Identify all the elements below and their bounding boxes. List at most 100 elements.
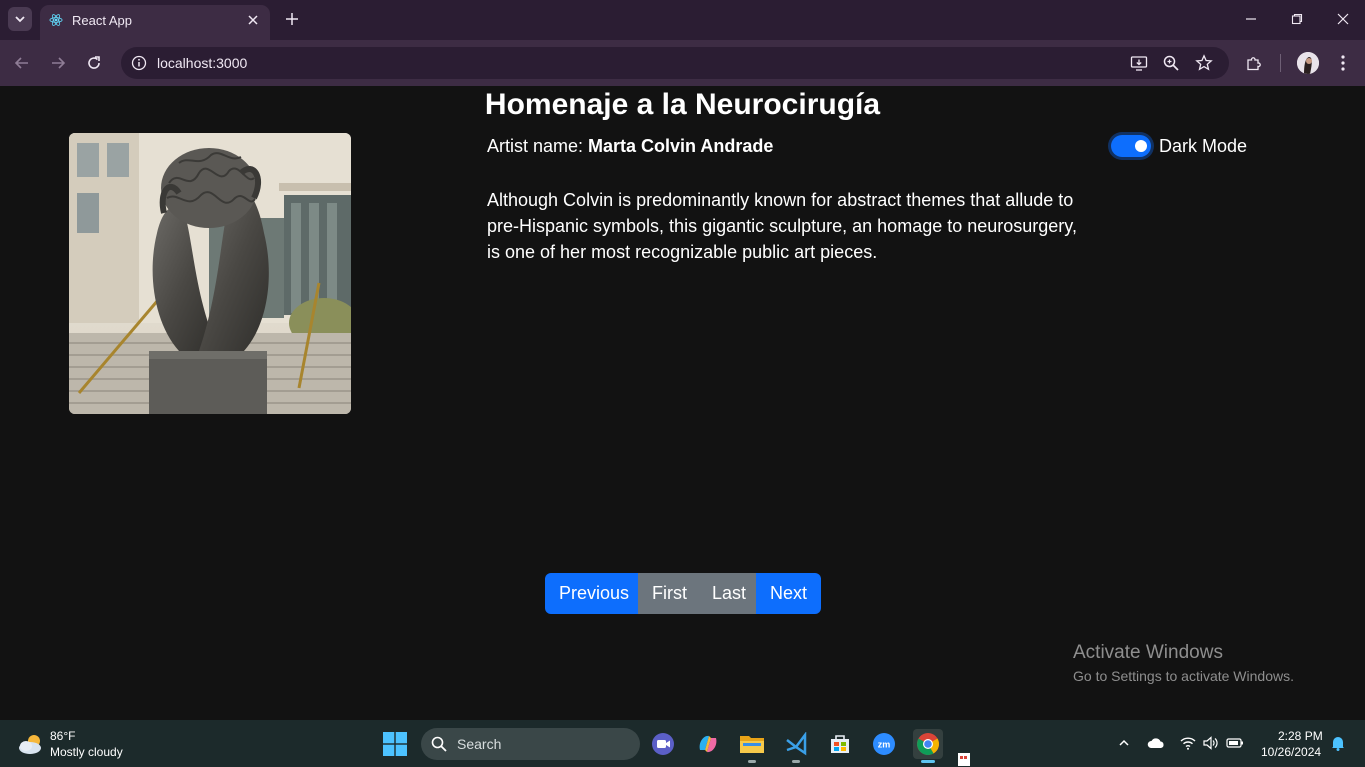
taskbar-meet-app[interactable] (648, 729, 678, 759)
search-icon (431, 736, 447, 752)
artist-label: Artist name: (487, 136, 589, 156)
clock-time[interactable]: 2:28 PM (1278, 729, 1323, 743)
windows-start-icon[interactable] (383, 732, 407, 756)
artwork-title: Homenaje a la Neurocirugía (484, 88, 881, 121)
onedrive-tray[interactable] (1147, 734, 1165, 752)
toggle-knob (1135, 140, 1147, 152)
copilot-icon (699, 735, 717, 753)
running-indicator (748, 760, 756, 763)
zoom-icon (1163, 55, 1179, 71)
arrow-left-icon (14, 57, 28, 69)
cloud-icon (1147, 738, 1164, 748)
next-button[interactable]: Next (756, 573, 821, 614)
pagination-group: Previous First Last Next (545, 573, 821, 614)
browser-menu-button[interactable] (1332, 52, 1354, 74)
svg-text:zm: zm (878, 740, 891, 750)
sculpture-photo (69, 133, 351, 414)
artwork-description: Although Colvin is predominantly known f… (487, 190, 1077, 262)
search-placeholder: Search (457, 736, 502, 752)
video-chat-icon (652, 733, 674, 755)
chevron-down-icon (15, 16, 25, 23)
cloudy-weather-icon[interactable] (17, 732, 45, 756)
arrow-right-icon (52, 57, 66, 69)
reload-icon (88, 56, 100, 69)
close-icon (1337, 13, 1349, 25)
back-button[interactable] (11, 52, 33, 74)
tab-close-button[interactable] (244, 11, 262, 29)
app-icon (958, 752, 970, 766)
toolbar-divider (1280, 54, 1281, 72)
plus-icon (286, 13, 298, 25)
artist-line: Artist name: Marta Colvin Andrade (487, 136, 773, 157)
active-indicator (921, 760, 935, 763)
weather-temperature[interactable]: 86°F (50, 729, 75, 743)
browser-tab[interactable]: React App (40, 5, 270, 40)
battery-icon (1226, 738, 1243, 748)
tab-search-button[interactable] (8, 7, 32, 31)
taskbar-store-app[interactable] (825, 729, 855, 759)
wifi-icon (1180, 737, 1196, 750)
taskbar-vscode-app[interactable] (781, 729, 811, 763)
show-hidden-icons-button[interactable] (1115, 734, 1133, 752)
chrome-icon (917, 733, 939, 755)
running-indicator (792, 760, 800, 763)
last-button[interactable]: Last (698, 573, 756, 614)
watermark-subtitle: Go to Settings to activate Windows. (1073, 668, 1294, 684)
browser-tabstrip: React App (0, 0, 1365, 40)
puzzle-icon (1247, 57, 1261, 71)
volume-tray[interactable] (1202, 734, 1220, 752)
minimize-button[interactable] (1240, 8, 1262, 30)
taskbar-copilot-app[interactable] (693, 729, 723, 759)
install-icon (1130, 56, 1148, 71)
react-icon (49, 14, 63, 26)
artist-name: Marta Colvin Andrade (588, 136, 774, 156)
close-window-button[interactable] (1332, 8, 1354, 30)
extensions-button[interactable] (1243, 52, 1265, 74)
site-info-icon[interactable] (131, 55, 147, 71)
notifications-button[interactable] (1329, 734, 1347, 752)
battery-tray[interactable] (1226, 734, 1244, 752)
avatar-icon (1297, 52, 1319, 74)
folder-icon (740, 736, 764, 753)
address-bar[interactable]: localhost:3000 (121, 47, 1229, 79)
taskbar-file-explorer[interactable] (737, 729, 767, 763)
restore-icon (1291, 13, 1303, 25)
close-icon (248, 15, 258, 25)
new-tab-button[interactable] (283, 10, 301, 28)
profile-avatar[interactable] (1297, 52, 1319, 74)
watermark-title: Activate Windows (1073, 642, 1223, 663)
more-vertical-icon (1341, 55, 1345, 71)
forward-button[interactable] (47, 52, 69, 74)
bell-icon (1332, 737, 1344, 751)
artwork-image (69, 133, 351, 414)
restore-button[interactable] (1286, 8, 1308, 30)
taskbar-chrome-app[interactable] (913, 729, 943, 763)
zoom-button[interactable] (1162, 54, 1180, 72)
weather-description[interactable]: Mostly cloudy (50, 745, 123, 759)
activate-windows-watermark: Activate Windows Go to Settings to activ… (1073, 642, 1294, 684)
taskbar-zoom-app[interactable]: zm (869, 729, 899, 759)
dark-mode-switch[interactable]: Dark Mode (1111, 134, 1247, 158)
dark-mode-toggle[interactable] (1111, 135, 1151, 157)
previous-button[interactable]: Previous (545, 573, 638, 614)
clock-date[interactable]: 10/26/2024 (1261, 745, 1321, 759)
speaker-icon (1203, 736, 1218, 750)
zoom-app-icon: zm (873, 733, 895, 755)
minimize-icon (1246, 18, 1256, 20)
wifi-tray[interactable] (1179, 734, 1197, 752)
chevron-up-icon (1119, 739, 1129, 746)
browser-toolbar: localhost:3000 (0, 40, 1365, 86)
code-editor-icon (786, 732, 807, 756)
taskbar-app-partial[interactable] (955, 748, 975, 767)
first-button[interactable]: First (638, 573, 698, 614)
windows-taskbar: 86°F Mostly cloudy Search zm 2:28 PM 10/… (0, 720, 1365, 767)
store-icon (831, 735, 849, 753)
tab-title: React App (72, 13, 132, 28)
taskbar-search[interactable]: Search (421, 728, 640, 760)
reload-button[interactable] (83, 52, 105, 74)
star-icon (1195, 54, 1213, 71)
url-text[interactable]: localhost:3000 (157, 55, 247, 71)
dark-mode-label[interactable]: Dark Mode (1159, 136, 1247, 157)
install-app-button[interactable] (1130, 54, 1148, 72)
bookmark-button[interactable] (1195, 54, 1213, 72)
